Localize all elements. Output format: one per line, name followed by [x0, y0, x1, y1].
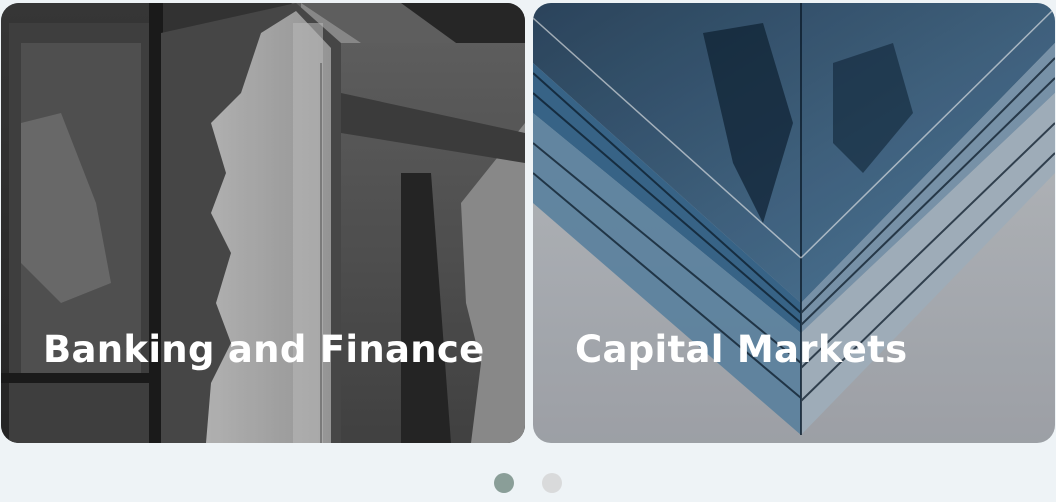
carousel-pagination	[0, 473, 1056, 493]
pagination-dot-1[interactable]	[494, 473, 514, 493]
carousel: Banking and Finance Capital Markets	[0, 0, 1056, 502]
slide-banking-and-finance[interactable]: Banking and Finance	[1, 3, 525, 443]
pagination-dot-2[interactable]	[542, 473, 562, 493]
slide-title: Capital Markets	[575, 328, 908, 371]
slide-capital-markets[interactable]: Capital Markets	[533, 3, 1055, 443]
glass-skyscraper-image	[533, 3, 1055, 443]
slide-title: Banking and Finance	[43, 328, 485, 371]
building-facade-image	[1, 3, 525, 443]
